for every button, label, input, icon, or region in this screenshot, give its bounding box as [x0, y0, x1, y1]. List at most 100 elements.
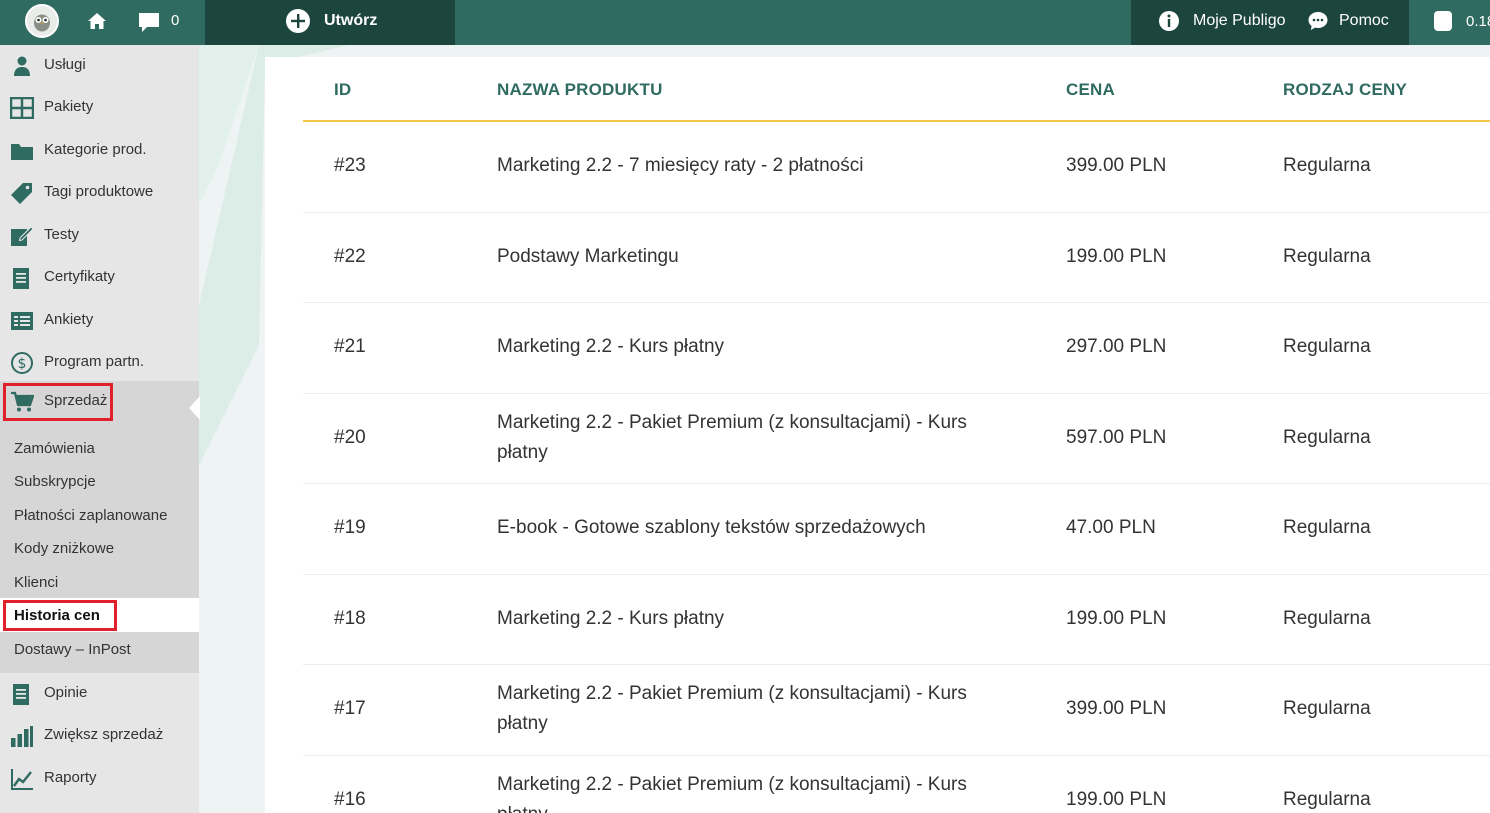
sidebar: Usługi Pakiety Kategorie prod. Tagi prod… [0, 45, 200, 813]
column-header-price-type[interactable]: RODZAJ CENY [1283, 80, 1407, 100]
submenu-item-dostawy-inpost[interactable]: Dostawy – InPost [14, 641, 131, 658]
cell-product-name: Marketing 2.2 - 7 miesięcy raty - 2 płat… [497, 155, 864, 177]
cell-id: #19 [334, 517, 366, 539]
document-icon [13, 268, 29, 289]
user-icon [14, 56, 30, 76]
create-button[interactable]: Utwórz [205, 0, 455, 45]
highlight-box-historia-cen [3, 600, 117, 631]
cell-product-name: Marketing 2.2 - Pakiet Premium (z konsul… [497, 773, 967, 795]
cell-price-type: Regularna [1283, 155, 1371, 177]
sidebar-item-tagi[interactable]: Tagi produktowe [0, 172, 199, 214]
sidebar-item-uslugi[interactable]: Usługi [0, 45, 199, 87]
highlight-box-sprzedaz [3, 383, 113, 421]
cell-price: 47.00 PLN [1066, 517, 1156, 539]
cell-price-type: Regularna [1283, 517, 1371, 539]
sidebar-item-label: Opinie [44, 684, 88, 701]
cell-id: #17 [334, 698, 366, 720]
document-icon [13, 684, 29, 705]
sidebar-item-kategorie[interactable]: Kategorie prod. [0, 130, 199, 172]
line-chart-icon [11, 769, 33, 790]
help-link[interactable]: Pomoc [1339, 12, 1389, 30]
tag-icon [11, 183, 32, 204]
sidebar-item-label: Pakiety [44, 98, 94, 115]
comments-icon[interactable] [137, 11, 161, 33]
my-publigo-link[interactable]: Moje Publigo [1193, 12, 1286, 30]
cell-product-name: Podstawy Marketingu [497, 245, 679, 267]
sidebar-item-label: Ankiety [44, 311, 94, 328]
cell-id: #20 [334, 426, 366, 448]
sales-submenu: Zamówienia Subskrypcje Płatności zaplano… [0, 423, 199, 673]
sidebar-item-label: Testy [44, 226, 80, 243]
top-bar: 0 Utwórz Moje Publigo Pomoc 0.18 [0, 0, 1490, 45]
cell-price-type: Regularna [1283, 607, 1371, 629]
cell-product-name: E-book - Gotowe szablony tekstów sprzeda… [497, 517, 926, 539]
top-bar-left: 0 [0, 0, 205, 45]
sidebar-item-label: Kategorie prod. [44, 141, 147, 158]
column-header-name[interactable]: NAZWA PRODUKTU [497, 80, 663, 100]
submenu-item-platnosci-zaplanowane[interactable]: Płatności zaplanowane [14, 507, 167, 524]
active-indicator [189, 396, 200, 420]
cell-price-type: Regularna [1283, 698, 1371, 720]
home-icon[interactable] [87, 11, 107, 31]
owl-logo-icon[interactable] [25, 4, 59, 38]
cell-id: #22 [334, 245, 366, 267]
submenu-item-klienci[interactable]: Klienci [14, 574, 58, 591]
cell-product-name: Marketing 2.2 - Pakiet Premium (z konsul… [497, 411, 967, 433]
cell-price-type: Regularna [1283, 336, 1371, 358]
edit-icon [11, 226, 34, 246]
cell-product-name-cont: płatny [497, 441, 548, 463]
column-header-id[interactable]: ID [334, 80, 351, 100]
cell-product-name: Marketing 2.2 - Kurs płatny [497, 336, 725, 358]
storage-usage: 0.18 [1466, 13, 1490, 30]
sidebar-item-raporty[interactable]: Raporty [0, 758, 199, 800]
submenu-item-subskrypcje[interactable]: Subskrypcje [14, 473, 96, 490]
sidebar-item-label: Tagi produktowe [44, 183, 154, 200]
sidebar-item-certyfikaty[interactable]: Certyfikaty [0, 257, 199, 299]
sidebar-item-pakiety[interactable]: Pakiety [0, 87, 199, 129]
sidebar-item-label: Program partn. [44, 353, 145, 370]
cell-price: 199.00 PLN [1066, 607, 1167, 629]
cell-price: 199.00 PLN [1066, 245, 1167, 267]
cell-price: 297.00 PLN [1066, 336, 1167, 358]
cell-id: #23 [334, 155, 366, 177]
sidebar-item-label: Raporty [44, 769, 97, 786]
chat-help-icon[interactable] [1307, 10, 1329, 32]
cell-id: #21 [334, 336, 366, 358]
submenu-item-kody-znizkowe[interactable]: Kody zniżkowe [14, 540, 114, 557]
info-icon[interactable] [1158, 10, 1180, 32]
dollar-icon: $ [11, 352, 33, 374]
cell-product-name: Marketing 2.2 - Pakiet Premium (z konsul… [497, 683, 967, 705]
cell-price: 597.00 PLN [1066, 426, 1167, 448]
cell-id: #16 [334, 788, 366, 810]
comment-count: 0 [171, 12, 180, 29]
cell-price-type: Regularna [1283, 788, 1371, 810]
bar-chart-icon [11, 726, 33, 747]
cell-price: 399.00 PLN [1066, 155, 1167, 177]
cell-product-name-cont: płatny [497, 804, 548, 813]
column-header-price[interactable]: CENA [1066, 80, 1115, 100]
database-icon [1434, 11, 1452, 31]
sidebar-item-label: Usługi [44, 56, 86, 73]
sidebar-item-opinie[interactable]: Opinie [0, 673, 199, 715]
cell-price: 399.00 PLN [1066, 698, 1167, 720]
list-icon [11, 312, 33, 330]
plus-circle-icon [286, 9, 310, 33]
grid-icon [10, 97, 34, 119]
sidebar-item-program-partn[interactable]: $ Program partn. [0, 342, 199, 384]
cell-price-type: Regularna [1283, 426, 1371, 448]
sidebar-item-ankiety[interactable]: Ankiety [0, 300, 199, 342]
cell-price: 199.00 PLN [1066, 788, 1167, 810]
cell-id: #18 [334, 607, 366, 629]
folder-icon [11, 144, 33, 160]
top-bar-right: Moje Publigo Pomoc [1131, 0, 1409, 45]
sidebar-item-label: Certyfikaty [44, 268, 115, 285]
svg-text:$: $ [18, 356, 27, 372]
cell-product-name-cont: płatny [497, 713, 548, 735]
submenu-item-zamowienia[interactable]: Zamówienia [14, 440, 95, 457]
sidebar-item-testy[interactable]: Testy [0, 215, 199, 257]
create-label: Utwórz [324, 12, 378, 29]
sidebar-item-zwieksz-sprzedaz[interactable]: Zwiększ sprzedaż [0, 715, 199, 757]
cell-price-type: Regularna [1283, 245, 1371, 267]
sidebar-item-label: Zwiększ sprzedaż [44, 726, 164, 743]
cell-product-name: Marketing 2.2 - Kurs płatny [497, 607, 725, 629]
